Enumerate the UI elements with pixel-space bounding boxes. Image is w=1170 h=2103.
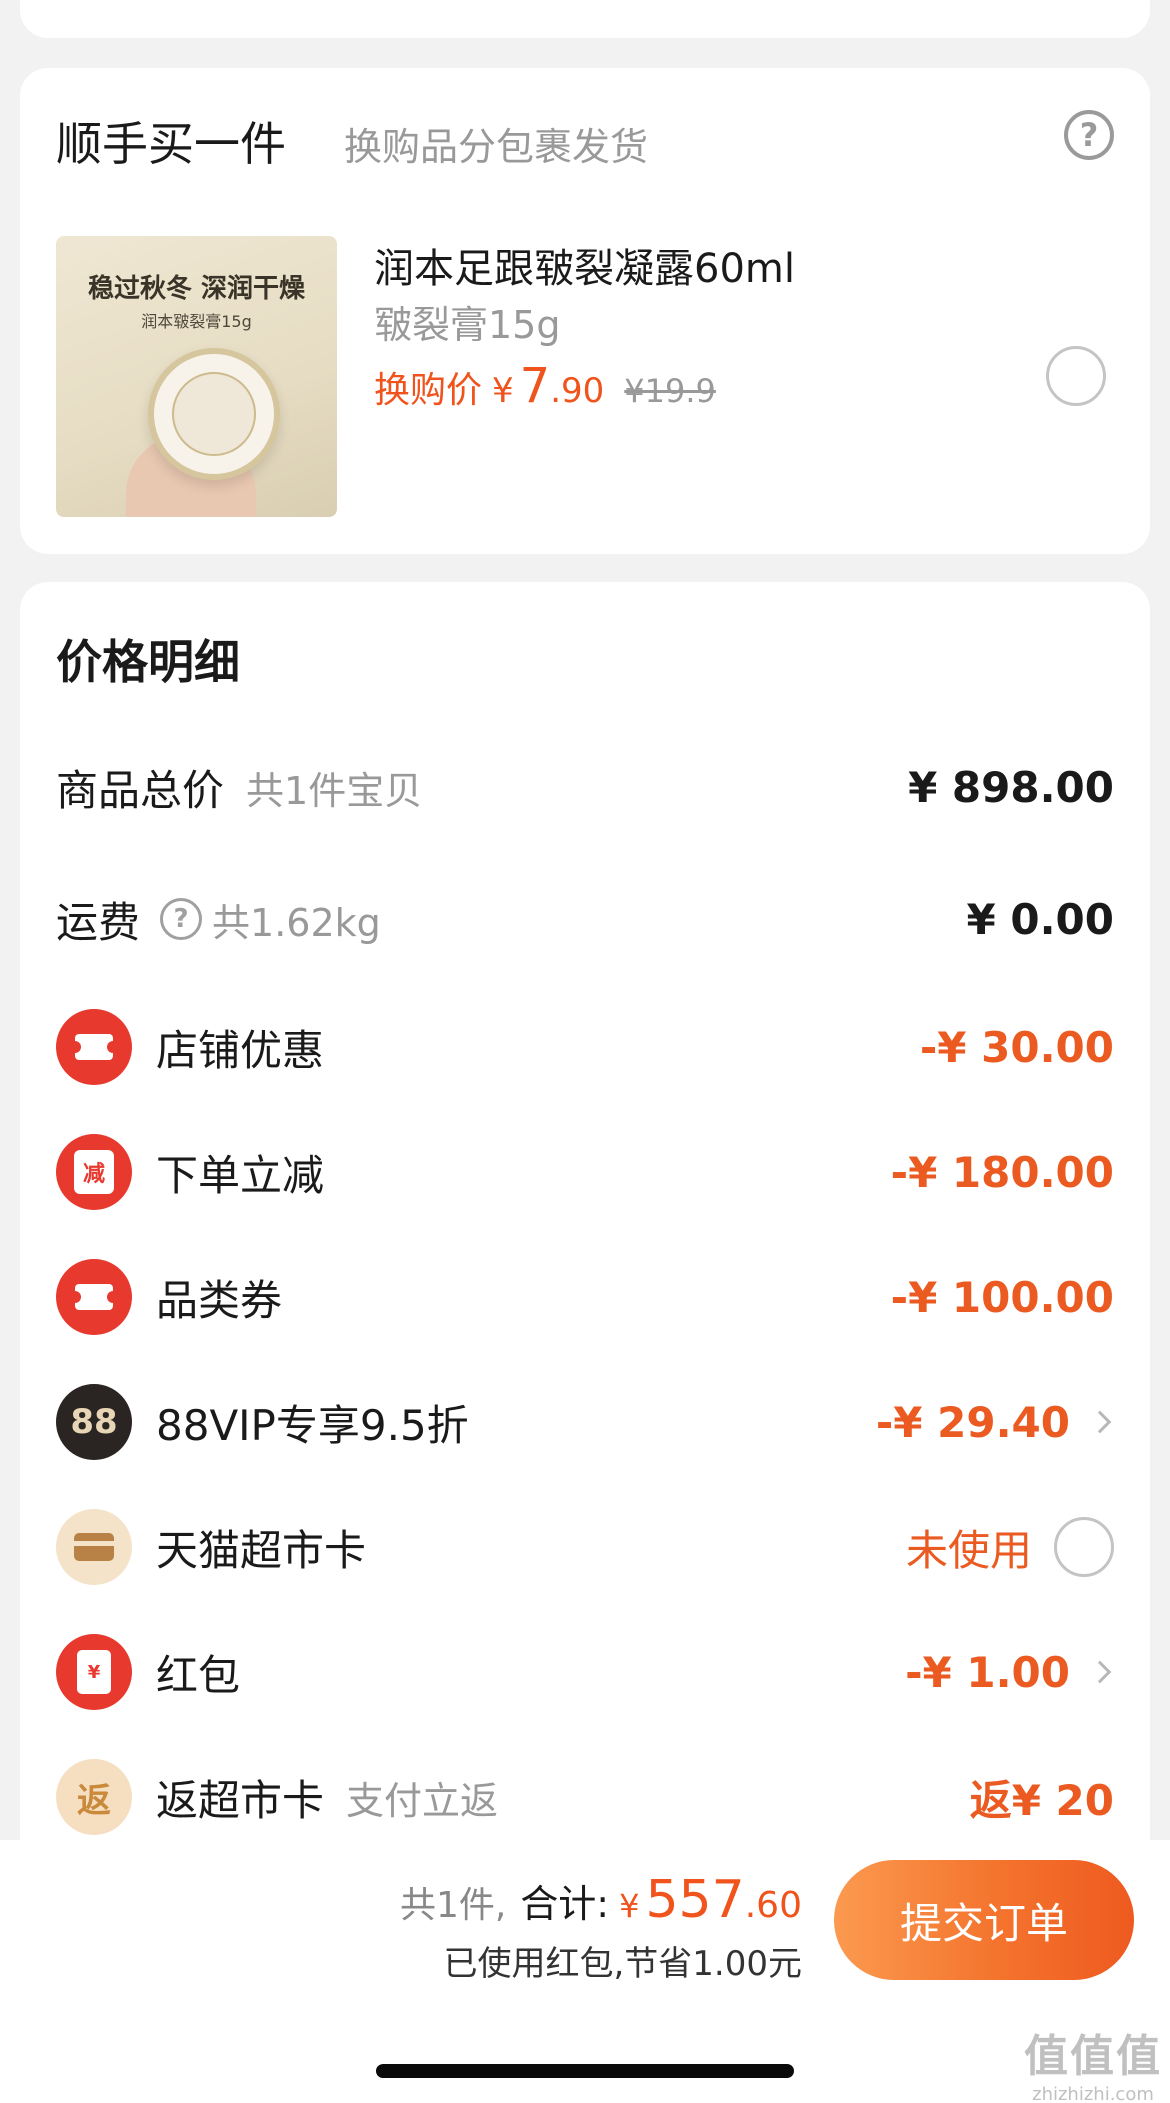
shipping-row: 运费 ? 共1.62kg ¥ 0.00 (56, 874, 1114, 964)
price-label: 换购价 (374, 370, 483, 411)
shipping-label: 运费 (56, 897, 141, 947)
previous-section-card (20, 0, 1150, 38)
red-packet-icon: ¥ (56, 1634, 132, 1710)
cashback-label: 返超市卡 (156, 1775, 325, 1825)
coupon-icon (56, 1259, 132, 1335)
help-icon[interactable]: ? (1064, 110, 1114, 160)
discount-icon: 减 (56, 1134, 132, 1210)
cashback-icon: 返 (56, 1759, 132, 1835)
red-packet-amount: -¥ 1.00 (905, 1647, 1070, 1697)
price-currency: ¥ (492, 371, 514, 411)
chevron-right-icon (1088, 1660, 1112, 1684)
supermarket-card-value: 未使用 (906, 1517, 1114, 1578)
shop-discount-row: 店铺优惠 -¥ 30.00 (56, 1002, 1114, 1092)
shipping-value: ¥ 0.00 (966, 894, 1114, 944)
supermarket-card-radio[interactable] (1054, 1517, 1114, 1577)
product-price: 换购价 ¥ 7 .90 ¥19.9 (374, 358, 716, 414)
price-details-card: 价格明细 商品总价 共1件宝贝 ¥ 898.00 运费 ? 共1.62kg ¥ … (20, 582, 1150, 1982)
vip-discount-row[interactable]: 88 88VIP专享9.5折 -¥ 29.40 (56, 1377, 1114, 1467)
shipping-help-icon[interactable]: ? (160, 898, 203, 940)
card-icon (56, 1509, 132, 1585)
discount-icon-text: 减 (74, 1150, 114, 1194)
price-details-title: 价格明细 (56, 635, 240, 689)
supermarket-card-label: 天猫超市卡 (156, 1525, 367, 1575)
shop-discount-value: -¥ 30.00 (919, 1022, 1114, 1072)
addon-title: 顺手买一件 (56, 117, 286, 171)
goods-total-value: ¥ 898.00 (908, 762, 1114, 812)
ticket-icon (56, 1009, 132, 1085)
order-discount-value: -¥ 180.00 (890, 1147, 1114, 1197)
category-coupon-value: -¥ 100.00 (890, 1272, 1114, 1322)
watermark: 值值值 zhizhizhi.com (1024, 2020, 1162, 2103)
watermark-url: zhizhizhi.com (1032, 2084, 1154, 2103)
vip-discount-value: -¥ 29.40 (876, 1398, 1114, 1447)
cashback-value: 返¥ 20 (969, 1775, 1114, 1825)
red-packet-value: -¥ 1.00 (905, 1648, 1114, 1697)
vip-discount-label: 88VIP专享9.5折 (156, 1400, 469, 1450)
supermarket-card-status: 未使用 (905, 1525, 1032, 1575)
price-integer: 7 (519, 358, 551, 414)
jar-graphic (148, 348, 280, 480)
goods-total-note: 共1件宝贝 (246, 768, 423, 813)
shop-discount-label: 店铺优惠 (156, 1025, 325, 1075)
goods-total-label: 商品总价 (56, 765, 225, 815)
addon-select-radio[interactable] (1046, 346, 1106, 406)
vip-discount-amount: -¥ 29.40 (875, 1397, 1070, 1447)
savings-text: 已使用红包,节省1.00元 (443, 1944, 802, 1984)
red-packet-icon-text: ¥ (77, 1650, 111, 1694)
chevron-right-icon (1088, 1410, 1112, 1434)
submit-order-button[interactable]: 提交订单 (834, 1860, 1134, 1980)
product-image-caption: 润本皲裂膏15g (141, 312, 252, 331)
category-coupon-row: 品类券 -¥ 100.00 (56, 1252, 1114, 1342)
price-decimal: .90 (550, 371, 605, 411)
home-indicator[interactable] (376, 2064, 794, 2078)
order-discount-label: 下单立减 (156, 1150, 325, 1200)
product-image-headline: 稳过秋冬 深润干燥 (87, 274, 306, 304)
order-total: 共1件, 合计: ¥ 557 .60 (400, 1870, 802, 1930)
total-currency: ¥ (619, 1887, 640, 1925)
total-label: 合计: (520, 1882, 610, 1926)
watermark-logo: 值值值 (1024, 2031, 1162, 2082)
cashback-row: 返 返超市卡 支付立返 返¥ 20 (56, 1752, 1114, 1842)
red-packet-row[interactable]: ¥ 红包 -¥ 1.00 (56, 1627, 1114, 1717)
total-integer: 557 (645, 1870, 745, 1930)
addon-purchase-card: 顺手买一件 换购品分包裹发货 ? 稳过秋冬 深润干燥 润本皲裂膏15g 润本足跟… (20, 68, 1150, 554)
addon-subtitle: 换购品分包裹发货 (344, 125, 649, 169)
product-spec: 皲裂膏15g (374, 303, 561, 347)
red-packet-label: 红包 (156, 1650, 241, 1700)
original-price: ¥19.9 (624, 372, 716, 410)
order-discount-row: 减 下单立减 -¥ 180.00 (56, 1127, 1114, 1217)
cashback-note: 支付立返 (346, 1778, 499, 1823)
product-name[interactable]: 润本足跟皲裂凝露60ml (374, 236, 795, 294)
goods-total-row: 商品总价 共1件宝贝 ¥ 898.00 (56, 742, 1114, 832)
vip-88-icon: 88 (56, 1384, 132, 1460)
product-image[interactable]: 稳过秋冬 深润干燥 润本皲裂膏15g (56, 236, 337, 517)
shipping-weight: 共1.62kg (212, 900, 381, 945)
item-count: 共1件, (399, 1885, 507, 1926)
category-coupon-label: 品类券 (156, 1275, 283, 1325)
supermarket-card-row[interactable]: 天猫超市卡 未使用 (56, 1502, 1114, 1592)
total-decimal: .60 (744, 1885, 802, 1926)
